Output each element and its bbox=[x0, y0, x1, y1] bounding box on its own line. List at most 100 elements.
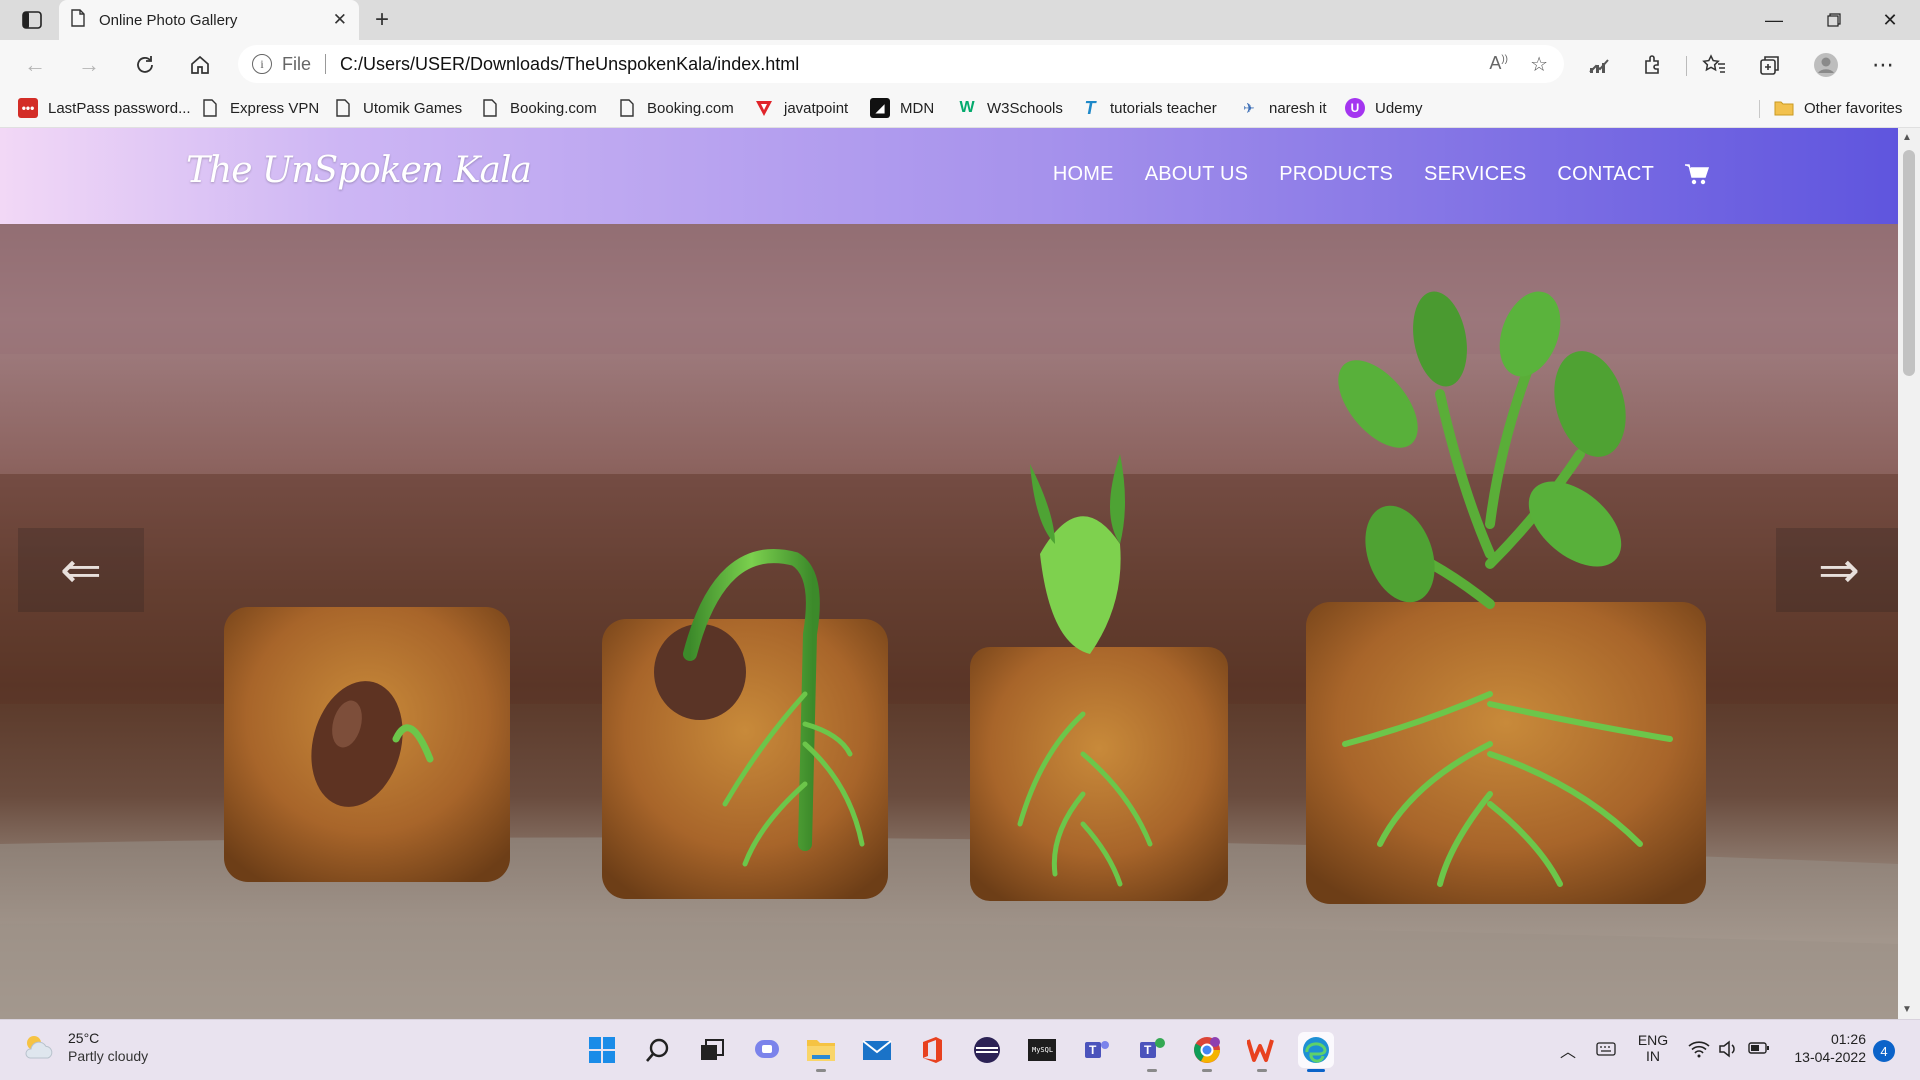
running-indicator bbox=[1147, 1069, 1157, 1072]
favorites-icon[interactable] bbox=[1699, 50, 1729, 80]
bookmark-label: LastPass password... bbox=[48, 99, 191, 117]
teams-button[interactable]: T bbox=[1079, 1032, 1115, 1068]
tab-title: Online Photo Gallery bbox=[99, 11, 238, 29]
nav-links: HOME ABOUT US PRODUCTS SERVICES CONTACT bbox=[1022, 162, 1710, 186]
eclipse-button[interactable] bbox=[969, 1032, 1005, 1068]
scroll-down-icon[interactable]: ▼ bbox=[1902, 1004, 1912, 1015]
udemy-icon: U bbox=[1345, 98, 1365, 118]
svg-text:T: T bbox=[1089, 1043, 1097, 1057]
nav-products[interactable]: PRODUCTS bbox=[1279, 163, 1393, 186]
show-hidden-icons-chevron-up-icon[interactable]: ︿ bbox=[1560, 1038, 1576, 1062]
mail-button[interactable] bbox=[859, 1032, 895, 1068]
read-aloud-icon[interactable]: A)) bbox=[1489, 53, 1508, 74]
search-button[interactable] bbox=[640, 1032, 676, 1068]
collections-icon[interactable] bbox=[1755, 50, 1785, 80]
profile-avatar[interactable] bbox=[1811, 50, 1841, 80]
teams-icon: T bbox=[1085, 1041, 1109, 1058]
file-explorer-button[interactable] bbox=[803, 1032, 839, 1072]
bookmarks-divider bbox=[1759, 100, 1760, 118]
page-icon bbox=[200, 98, 220, 118]
nav-services[interactable]: SERVICES bbox=[1424, 163, 1526, 186]
bookmark-w3schools[interactable]: W W3Schools bbox=[957, 96, 1063, 120]
keyboard-icon[interactable] bbox=[1596, 1042, 1616, 1061]
wifi-icon[interactable] bbox=[1688, 1040, 1710, 1063]
extensions-icon[interactable] bbox=[1638, 50, 1668, 80]
page-scrollbar[interactable]: ▲ ▼ bbox=[1898, 128, 1920, 1019]
settings-menu-icon[interactable]: ⋯ bbox=[1868, 50, 1898, 80]
bookmark-utomik[interactable]: Utomik Games bbox=[333, 96, 462, 120]
start-icon bbox=[589, 1037, 615, 1063]
restore-button[interactable] bbox=[1804, 0, 1864, 40]
add-favorite-icon[interactable]: ☆ bbox=[1530, 52, 1548, 77]
info-icon[interactable]: i bbox=[252, 54, 272, 74]
refresh-button[interactable] bbox=[130, 50, 160, 80]
search-icon bbox=[646, 1038, 669, 1062]
bookmark-udemy[interactable]: U Udemy bbox=[1345, 96, 1423, 120]
bookmark-booking-2[interactable]: Booking.com bbox=[617, 96, 734, 120]
teams-work-button[interactable]: T bbox=[1134, 1032, 1170, 1072]
close-tab-icon[interactable]: ✕ bbox=[333, 10, 347, 30]
nareshit-icon: ✈ bbox=[1243, 99, 1255, 116]
bookmark-label: Booking.com bbox=[647, 99, 734, 117]
close-window-button[interactable]: ✕ bbox=[1860, 0, 1920, 40]
home-button[interactable] bbox=[185, 50, 215, 80]
tab-actions-icon[interactable] bbox=[14, 8, 50, 32]
mdn-icon: ◢ bbox=[870, 98, 890, 118]
bookmark-expressvpn[interactable]: Express VPN bbox=[200, 96, 319, 120]
bookmark-label: Utomik Games bbox=[363, 99, 463, 117]
teams-chat-button[interactable] bbox=[749, 1032, 785, 1068]
bookmark-other-favorites[interactable]: Other favorites bbox=[1774, 96, 1902, 120]
nav-about-us[interactable]: ABOUT US bbox=[1145, 163, 1248, 186]
hero-carousel: ⇐ ⇒ bbox=[0, 224, 1898, 1019]
carousel-prev-button[interactable]: ⇐ bbox=[18, 528, 144, 612]
start-button[interactable] bbox=[584, 1032, 620, 1068]
scroll-up-icon[interactable]: ▲ bbox=[1902, 132, 1912, 143]
wps-office-button[interactable] bbox=[1244, 1032, 1280, 1072]
edge-button[interactable] bbox=[1298, 1032, 1334, 1072]
cart-icon[interactable] bbox=[1684, 162, 1710, 186]
clock[interactable]: 01:26 13-04-2022 bbox=[1786, 1031, 1866, 1065]
minimize-button[interactable]: — bbox=[1744, 0, 1804, 40]
address-bar[interactable]: i File C:/Users/USER/Downloads/TheUnspok… bbox=[238, 45, 1564, 83]
bookmark-label: Express VPN bbox=[230, 99, 320, 117]
weather-description: Partly cloudy bbox=[68, 1048, 149, 1064]
weather-widget[interactable]: 25°C Partly cloudy bbox=[22, 1030, 148, 1064]
performance-icon[interactable] bbox=[1584, 50, 1614, 80]
scrollbar-thumb[interactable] bbox=[1903, 150, 1915, 376]
bookmark-mdn[interactable]: ◢ MDN bbox=[870, 96, 934, 120]
bookmark-naresh-it[interactable]: ✈ naresh it bbox=[1239, 96, 1327, 120]
seed-cube bbox=[224, 607, 510, 882]
site-logo[interactable]: The UnSpoken Kala bbox=[186, 150, 532, 191]
language-indicator[interactable]: ENG IN bbox=[1636, 1032, 1670, 1064]
url-text[interactable]: C:/Users/USER/Downloads/TheUnspokenKala/… bbox=[340, 54, 799, 75]
folder-icon bbox=[1774, 98, 1794, 118]
bookmark-lastpass[interactable]: ••• LastPass password... bbox=[18, 96, 191, 120]
forward-button[interactable]: → bbox=[74, 50, 104, 80]
new-tab-button[interactable]: + bbox=[368, 6, 396, 34]
task-view-icon bbox=[701, 1039, 724, 1060]
chrome-button[interactable] bbox=[1189, 1032, 1225, 1072]
wps-icon bbox=[1247, 1039, 1274, 1062]
task-view-button[interactable] bbox=[694, 1032, 730, 1068]
bookmark-booking-1[interactable]: Booking.com bbox=[480, 96, 597, 120]
mysql-button[interactable]: MySQL bbox=[1024, 1032, 1060, 1068]
battery-icon[interactable] bbox=[1748, 1041, 1770, 1060]
site-navbar: The UnSpoken Kala HOME ABOUT US PRODUCTS… bbox=[0, 128, 1898, 224]
bookmark-javatpoint[interactable]: javatpoint bbox=[754, 96, 848, 120]
volume-icon[interactable] bbox=[1718, 1040, 1738, 1063]
bookmark-label: tutorials teacher bbox=[1110, 99, 1217, 117]
mail-icon bbox=[862, 1040, 892, 1060]
address-divider bbox=[325, 54, 327, 74]
browser-tab-active[interactable]: Online Photo Gallery ✕ bbox=[59, 0, 359, 40]
nav-home[interactable]: HOME bbox=[1053, 163, 1114, 186]
notification-badge[interactable]: 4 bbox=[1873, 1040, 1895, 1062]
eclipse-icon bbox=[974, 1037, 1000, 1063]
bookmark-tutorials-teacher[interactable]: T tutorials teacher bbox=[1080, 96, 1217, 120]
nav-contact[interactable]: CONTACT bbox=[1557, 163, 1654, 186]
bookmark-label: W3Schools bbox=[987, 99, 1063, 117]
office-button[interactable] bbox=[914, 1032, 950, 1068]
bookmark-label: naresh it bbox=[1269, 99, 1327, 117]
page-icon bbox=[480, 98, 500, 118]
carousel-next-button[interactable]: ⇒ bbox=[1776, 528, 1898, 612]
back-button[interactable]: ← bbox=[20, 50, 50, 80]
